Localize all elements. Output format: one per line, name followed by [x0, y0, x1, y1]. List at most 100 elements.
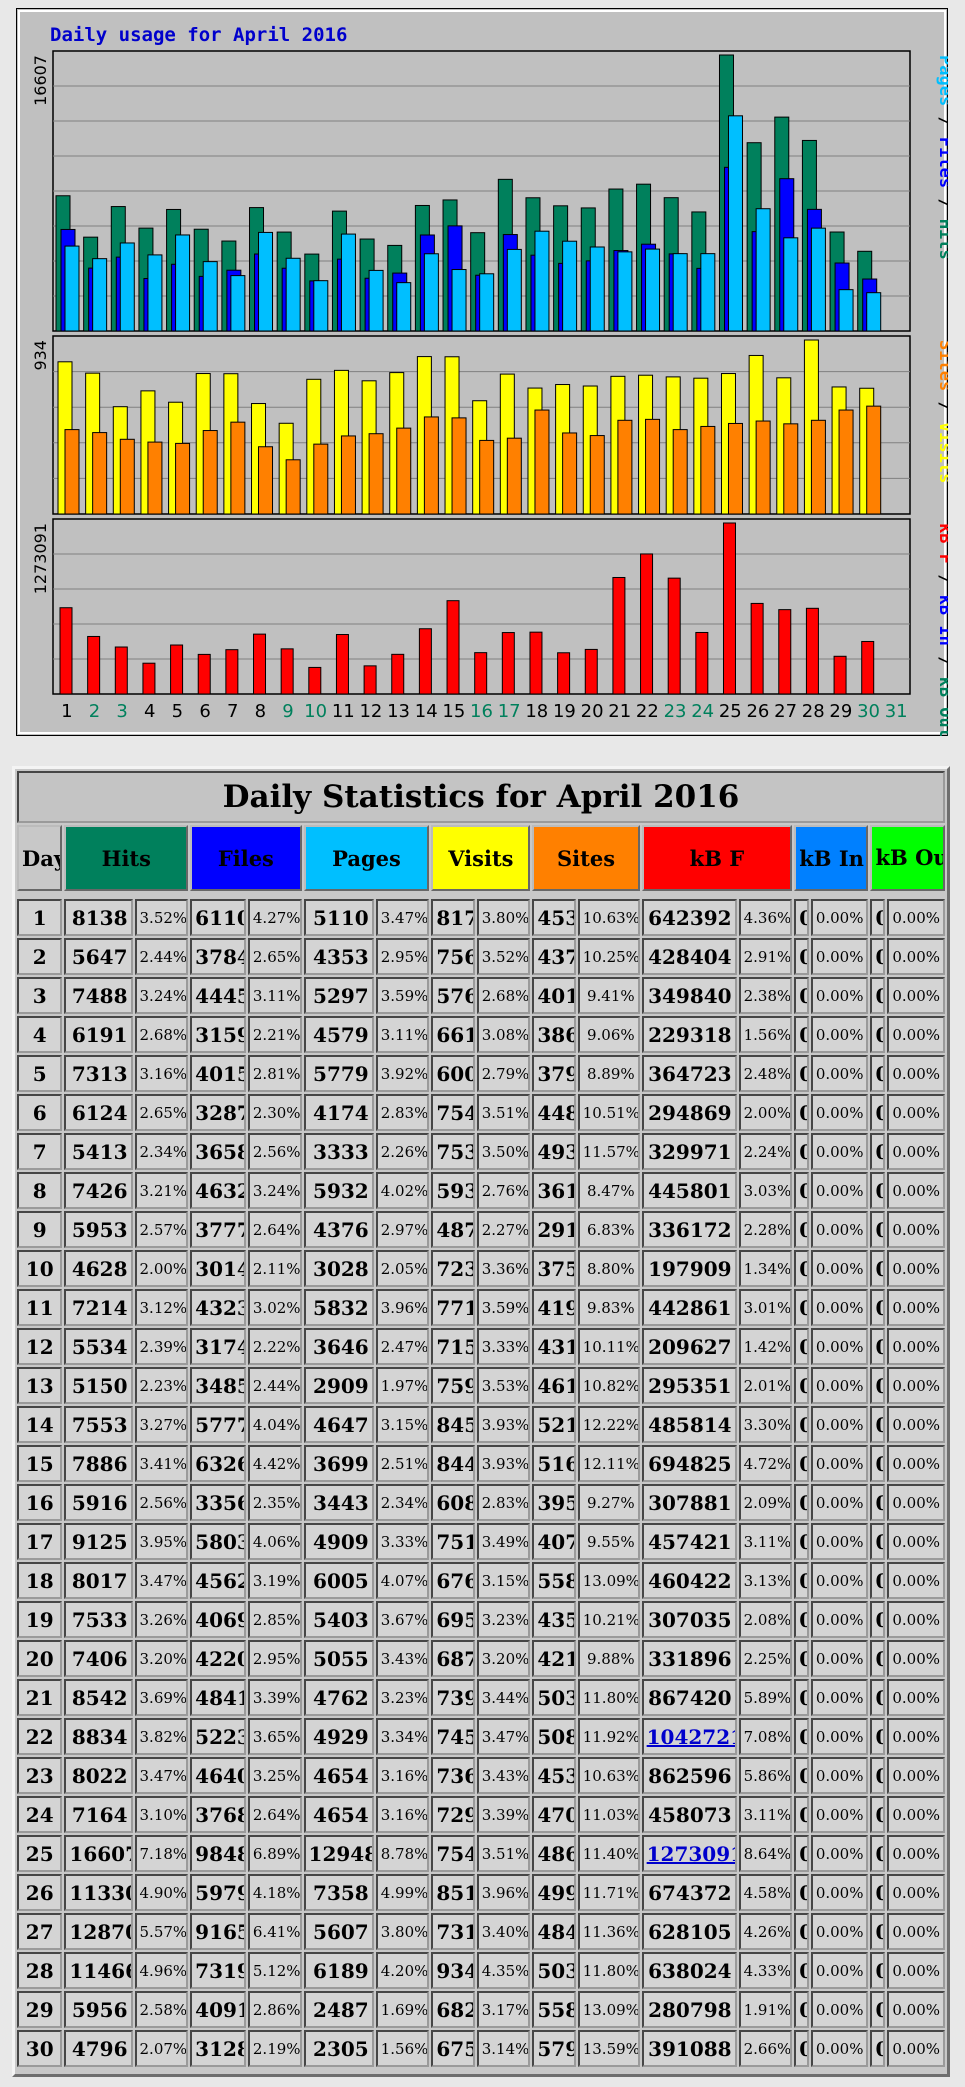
- panel-hits-files-pages-legend: Pages / Files / Hits: [935, 55, 948, 260]
- table-row: 17 9125 3.95% 5803 4.06% 4909 3.33% 751 3.49% 407…: [17, 1523, 945, 1560]
- bar-kb-f-day-29: [833, 655, 847, 695]
- cell-percent: 4.72%: [738, 1445, 793, 1482]
- cell-percent: 3.27%: [134, 1406, 189, 1443]
- cell-percent: 4.58%: [738, 1874, 793, 1911]
- cell-value: 209627: [641, 1328, 737, 1365]
- cell-value: 0: [870, 1913, 885, 1950]
- cell-value: 2487: [303, 1991, 374, 2028]
- cell-day: 18: [17, 1562, 63, 1599]
- cell-value: 435: [532, 1601, 576, 1638]
- cell-percent: 3.43%: [476, 1757, 531, 1794]
- bar-pages-day-28: [810, 227, 826, 332]
- bar-pages-day-4: [147, 254, 163, 332]
- bar-sites-day-22: [645, 418, 661, 515]
- table-title: Daily Statistics for April 2016: [17, 771, 945, 823]
- peak-value-link[interactable]: 1042721: [647, 1725, 735, 1749]
- x-tick-day-18: 18: [525, 701, 548, 722]
- cell-value: 0: [870, 1718, 885, 1755]
- cell-percent: 10.82%: [577, 1367, 640, 1404]
- cell-value: 453: [532, 1757, 576, 1794]
- legend-pages: Pages: [935, 55, 948, 106]
- cell-day: 3: [17, 977, 63, 1014]
- chart-title: Daily usage for April 2016: [50, 24, 347, 46]
- cell-day: 30: [17, 2030, 63, 2067]
- cell-value: 421: [532, 1640, 576, 1677]
- cell-percent: 13.59%: [577, 2030, 640, 2067]
- cell-percent: 0.00%: [810, 1757, 869, 1794]
- cell-day: 17: [17, 1523, 63, 1560]
- cell-percent: 3.10%: [134, 1796, 189, 1833]
- cell-percent: 5.86%: [738, 1757, 793, 1794]
- cell-value: 0: [794, 938, 809, 975]
- cell-percent: 2.21%: [247, 1016, 302, 1053]
- cell-percent: 3.69%: [134, 1679, 189, 1716]
- cell-value: 0: [870, 1835, 885, 1872]
- cell-percent: 6.89%: [247, 1835, 302, 1872]
- cell-percent: 11.03%: [577, 1796, 640, 1833]
- table-row: 25 16607 7.18% 9848 6.89% 12948 8.78% 754 3.51% 4…: [17, 1835, 945, 1872]
- cell-percent: 2.05%: [375, 1250, 430, 1287]
- bar-pages-day-16: [479, 273, 495, 332]
- cell-percent: 12.22%: [577, 1406, 640, 1443]
- cell-percent: 2.65%: [247, 938, 302, 975]
- bar-kb-f-day-20: [584, 648, 598, 695]
- cell-percent: 8.78%: [375, 1835, 430, 1872]
- cell-percent: 0.00%: [886, 1016, 945, 1053]
- table-row: 14 7553 3.27% 5777 4.04% 4647 3.15% 845 3.93% 521…: [17, 1406, 945, 1443]
- cell-percent: 4.20%: [375, 1952, 430, 1989]
- cell-percent: 0.00%: [886, 1835, 945, 1872]
- cell-value: 8022: [64, 1757, 133, 1794]
- cell-percent: 0.00%: [886, 938, 945, 975]
- bar-sites-day-14: [423, 416, 439, 515]
- cell-value: 11466: [64, 1952, 133, 1989]
- cell-percent: 2.58%: [134, 1991, 189, 2028]
- x-tick-day-3: 3: [116, 701, 127, 722]
- bar-pages-day-22: [645, 248, 661, 332]
- cell-percent: 2.30%: [247, 1094, 302, 1131]
- cell-percent: 2.34%: [134, 1133, 189, 1170]
- cell-value: 499: [532, 1874, 576, 1911]
- cell-percent: 3.82%: [134, 1718, 189, 1755]
- cell-percent: 11.92%: [577, 1718, 640, 1755]
- bar-kb-f-day-18: [529, 631, 543, 695]
- cell-value: 294869: [641, 1094, 737, 1131]
- cell-day: 6: [17, 1094, 63, 1131]
- peak-value-link[interactable]: 1273091: [647, 1842, 735, 1866]
- cell-percent: 4.07%: [375, 1562, 430, 1599]
- cell-percent: 3.26%: [134, 1601, 189, 1638]
- cell-value: 5150: [64, 1367, 133, 1404]
- x-tick-day-24: 24: [691, 701, 714, 722]
- cell-value: 493: [532, 1133, 576, 1170]
- cell-value: 0: [870, 938, 885, 975]
- cell-percent: 13.09%: [577, 1562, 640, 1599]
- cell-percent: 11.36%: [577, 1913, 640, 1950]
- cell-value: 0: [794, 1367, 809, 1404]
- cell-percent: 3.47%: [134, 1562, 189, 1599]
- bar-pages-day-3: [119, 242, 135, 332]
- cell-value: 521: [532, 1406, 576, 1443]
- table-row: 9 5953 2.57% 3777 2.64% 4376 2.97% 487 2.27% 291 6…: [17, 1211, 945, 1248]
- cell-value: 0: [870, 1172, 885, 1209]
- cell-value: 401: [532, 977, 576, 1014]
- cell-percent: 3.11%: [375, 1016, 430, 1053]
- bar-sites-day-15: [451, 417, 467, 515]
- cell-percent: 2.85%: [247, 1601, 302, 1638]
- table-row: 13 5150 2.23% 3485 2.44% 2909 1.97% 759 3.53% 461…: [17, 1367, 945, 1404]
- cell-percent: 3.11%: [738, 1523, 793, 1560]
- cell-value: 0: [794, 1445, 809, 1482]
- cell-value: 3356: [190, 1484, 246, 1521]
- bar-pages-day-9: [285, 257, 301, 332]
- bar-sites-day-23: [672, 429, 688, 515]
- cell-percent: 0.00%: [810, 1718, 869, 1755]
- bar-sites-day-24: [700, 425, 716, 515]
- cell-percent: 3.41%: [134, 1445, 189, 1482]
- cell-value: 4376: [303, 1211, 374, 1248]
- cell-value: 11330: [64, 1874, 133, 1911]
- table-row: 8 7426 3.21% 4632 3.24% 5932 4.02% 593 2.76% 361 8…: [17, 1172, 945, 1209]
- bar-pages-day-30: [866, 292, 882, 332]
- cell-value: 0: [870, 2030, 885, 2067]
- cell-percent: 3.47%: [476, 1718, 531, 1755]
- header-hits: Hits: [64, 825, 189, 891]
- cell-percent: 3.33%: [375, 1523, 430, 1560]
- cell-percent: 3.93%: [476, 1406, 531, 1443]
